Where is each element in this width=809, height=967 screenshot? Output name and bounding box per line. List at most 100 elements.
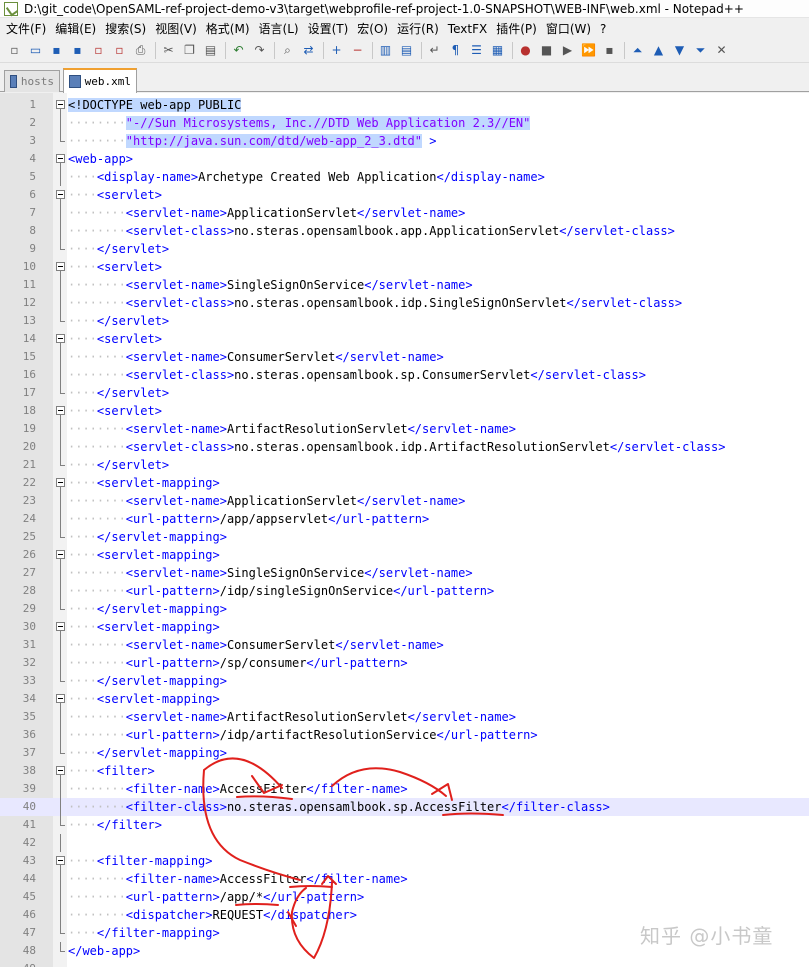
- code-line[interactable]: 38 ····<filter>: [0, 762, 809, 780]
- run-macro-multiple-icon[interactable]: ⏩: [580, 42, 597, 59]
- menu-item[interactable]: 编辑(E): [53, 20, 103, 37]
- code-line[interactable]: 42: [0, 834, 809, 852]
- close-icon[interactable]: ▫: [90, 42, 107, 59]
- code-line[interactable]: 7 ········<servlet-name>ApplicationServle…: [0, 204, 809, 222]
- save-macro-icon[interactable]: ▪: [601, 42, 618, 59]
- code-line[interactable]: 2 ········"-//Sun Microsystems, Inc.//DTD…: [0, 114, 809, 132]
- code-line[interactable]: 1 <!DOCTYPE web-app PUBLIC: [0, 96, 809, 114]
- code-line[interactable]: 20 ········<servlet-class>no.steras.opens…: [0, 438, 809, 456]
- copy-icon[interactable]: ❐: [181, 42, 198, 59]
- code-line[interactable]: 8 ········<servlet-class>no.steras.opensa…: [0, 222, 809, 240]
- code-line[interactable]: 18 ····<servlet>: [0, 402, 809, 420]
- move-down-icon[interactable]: ▼: [671, 42, 688, 59]
- menu-item[interactable]: 格式(M): [204, 20, 257, 37]
- menu-item[interactable]: 搜索(S): [103, 20, 153, 37]
- menu-item[interactable]: 视图(V): [153, 20, 204, 37]
- fold-toggle-icon[interactable]: [56, 856, 65, 865]
- open-file-icon[interactable]: ▭: [27, 42, 44, 59]
- new-file-icon[interactable]: ▫: [6, 42, 23, 59]
- code-line[interactable]: 14 ····<servlet>: [0, 330, 809, 348]
- code-line[interactable]: 45 ········<url-pattern>/app/*</url-patte…: [0, 888, 809, 906]
- code-line[interactable]: 6 ····<servlet>: [0, 186, 809, 204]
- code-line[interactable]: 21 ····</servlet>: [0, 456, 809, 474]
- code-line[interactable]: 17 ····</servlet>: [0, 384, 809, 402]
- fold-toggle-icon[interactable]: [56, 406, 65, 415]
- code-line[interactable]: 36 ········<url-pattern>/idp/artifactReso…: [0, 726, 809, 744]
- code-line[interactable]: 23 ········<servlet-name>ApplicationServl…: [0, 492, 809, 510]
- code-line[interactable]: 40 ········<filter-class>no.steras.opensa…: [0, 798, 809, 816]
- save-all-icon[interactable]: ▪: [69, 42, 86, 59]
- replace-icon[interactable]: ⇄: [300, 42, 317, 59]
- code-line[interactable]: 25 ····</servlet-mapping>: [0, 528, 809, 546]
- code-line[interactable]: 39 ········<filter-name>AccessFilter</fil…: [0, 780, 809, 798]
- code-line[interactable]: 4 <web-app>: [0, 150, 809, 168]
- code-line[interactable]: 49: [0, 960, 809, 967]
- code-line[interactable]: 41 ····</filter>: [0, 816, 809, 834]
- fold-toggle-icon[interactable]: [56, 190, 65, 199]
- code-line[interactable]: 28 ········<url-pattern>/idp/singleSignOn…: [0, 582, 809, 600]
- menu-item[interactable]: 文件(F): [4, 20, 53, 37]
- collapse-icon[interactable]: ⏶: [629, 42, 646, 59]
- code-line[interactable]: 11 ········<servlet-name>SingleSignOnServ…: [0, 276, 809, 294]
- fold-toggle-icon[interactable]: [56, 766, 65, 775]
- word-wrap-icon[interactable]: ↵: [426, 42, 443, 59]
- code-line[interactable]: 22 ····<servlet-mapping>: [0, 474, 809, 492]
- udl-icon[interactable]: ▦: [489, 42, 506, 59]
- sync-horizontal-icon[interactable]: ▤: [398, 42, 415, 59]
- fold-toggle-icon[interactable]: [56, 622, 65, 631]
- sync-vertical-icon[interactable]: ▥: [377, 42, 394, 59]
- code-line[interactable]: 30 ····<servlet-mapping>: [0, 618, 809, 636]
- undo-icon[interactable]: ↶: [230, 42, 247, 59]
- stop-macro-icon[interactable]: ■: [538, 42, 555, 59]
- find-icon[interactable]: ⌕: [279, 42, 296, 59]
- code-line[interactable]: 35 ········<servlet-name>ArtifactResoluti…: [0, 708, 809, 726]
- menu-item[interactable]: 运行(R): [395, 20, 446, 37]
- code-line[interactable]: 12 ········<servlet-class>no.steras.opens…: [0, 294, 809, 312]
- code-line[interactable]: 24 ········<url-pattern>/app/appservlet</…: [0, 510, 809, 528]
- code-line[interactable]: 3 ········"http://java.sun.com/dtd/web-ap…: [0, 132, 809, 150]
- print-icon[interactable]: ⎙: [132, 42, 149, 59]
- code-line[interactable]: 15 ········<servlet-name>ConsumerServlet<…: [0, 348, 809, 366]
- record-macro-icon[interactable]: ●: [517, 42, 534, 59]
- code-line[interactable]: 33 ····</servlet-mapping>: [0, 672, 809, 690]
- code-line[interactable]: 37 ····</servlet-mapping>: [0, 744, 809, 762]
- menu-item[interactable]: ?: [598, 22, 613, 36]
- zoom-in-icon[interactable]: +: [328, 42, 345, 59]
- code-line[interactable]: 5 ····<display-name>Archetype Created Web…: [0, 168, 809, 186]
- fold-toggle-icon[interactable]: [56, 550, 65, 559]
- code-line[interactable]: 27 ········<servlet-name>SingleSignOnServ…: [0, 564, 809, 582]
- cut-icon[interactable]: ✂: [160, 42, 177, 59]
- show-all-chars-icon[interactable]: ¶: [447, 42, 464, 59]
- expand-icon[interactable]: ⏷: [692, 42, 709, 59]
- code-line[interactable]: 19 ········<servlet-name>ArtifactResoluti…: [0, 420, 809, 438]
- save-icon[interactable]: ▪: [48, 42, 65, 59]
- code-line[interactable]: 34 ····<servlet-mapping>: [0, 690, 809, 708]
- zoom-out-icon[interactable]: −: [349, 42, 366, 59]
- tab-web-xml[interactable]: web.xml: [63, 68, 137, 93]
- tab-hosts[interactable]: hosts: [4, 70, 60, 92]
- fold-toggle-icon[interactable]: [56, 262, 65, 271]
- menu-item[interactable]: 语言(L): [257, 20, 306, 37]
- menu-item[interactable]: 插件(P): [494, 20, 544, 37]
- code-line[interactable]: 10 ····<servlet>: [0, 258, 809, 276]
- redo-icon[interactable]: ↷: [251, 42, 268, 59]
- code-line[interactable]: 16 ········<servlet-class>no.steras.opens…: [0, 366, 809, 384]
- move-up-icon[interactable]: ▲: [650, 42, 667, 59]
- code-line[interactable]: 31 ········<servlet-name>ConsumerServlet<…: [0, 636, 809, 654]
- code-line[interactable]: 26 ····<servlet-mapping>: [0, 546, 809, 564]
- fold-toggle-icon[interactable]: [56, 334, 65, 343]
- close-all-icon[interactable]: ▫: [111, 42, 128, 59]
- fold-toggle-icon[interactable]: [56, 154, 65, 163]
- menu-item[interactable]: TextFX: [446, 22, 494, 36]
- code-line[interactable]: 9 ····</servlet>: [0, 240, 809, 258]
- play-macro-icon[interactable]: ▶: [559, 42, 576, 59]
- fold-toggle-icon[interactable]: [56, 694, 65, 703]
- mark-icon[interactable]: ✕: [713, 42, 730, 59]
- code-line[interactable]: 44 ········<filter-name>AccessFilter</fil…: [0, 870, 809, 888]
- code-line[interactable]: 13 ····</servlet>: [0, 312, 809, 330]
- menu-item[interactable]: 设置(T): [306, 20, 356, 37]
- menu-item[interactable]: 宏(O): [355, 20, 395, 37]
- code-line[interactable]: 32 ········<url-pattern>/sp/consumer</url…: [0, 654, 809, 672]
- indent-guide-icon[interactable]: ☰: [468, 42, 485, 59]
- code-line[interactable]: 29 ····</servlet-mapping>: [0, 600, 809, 618]
